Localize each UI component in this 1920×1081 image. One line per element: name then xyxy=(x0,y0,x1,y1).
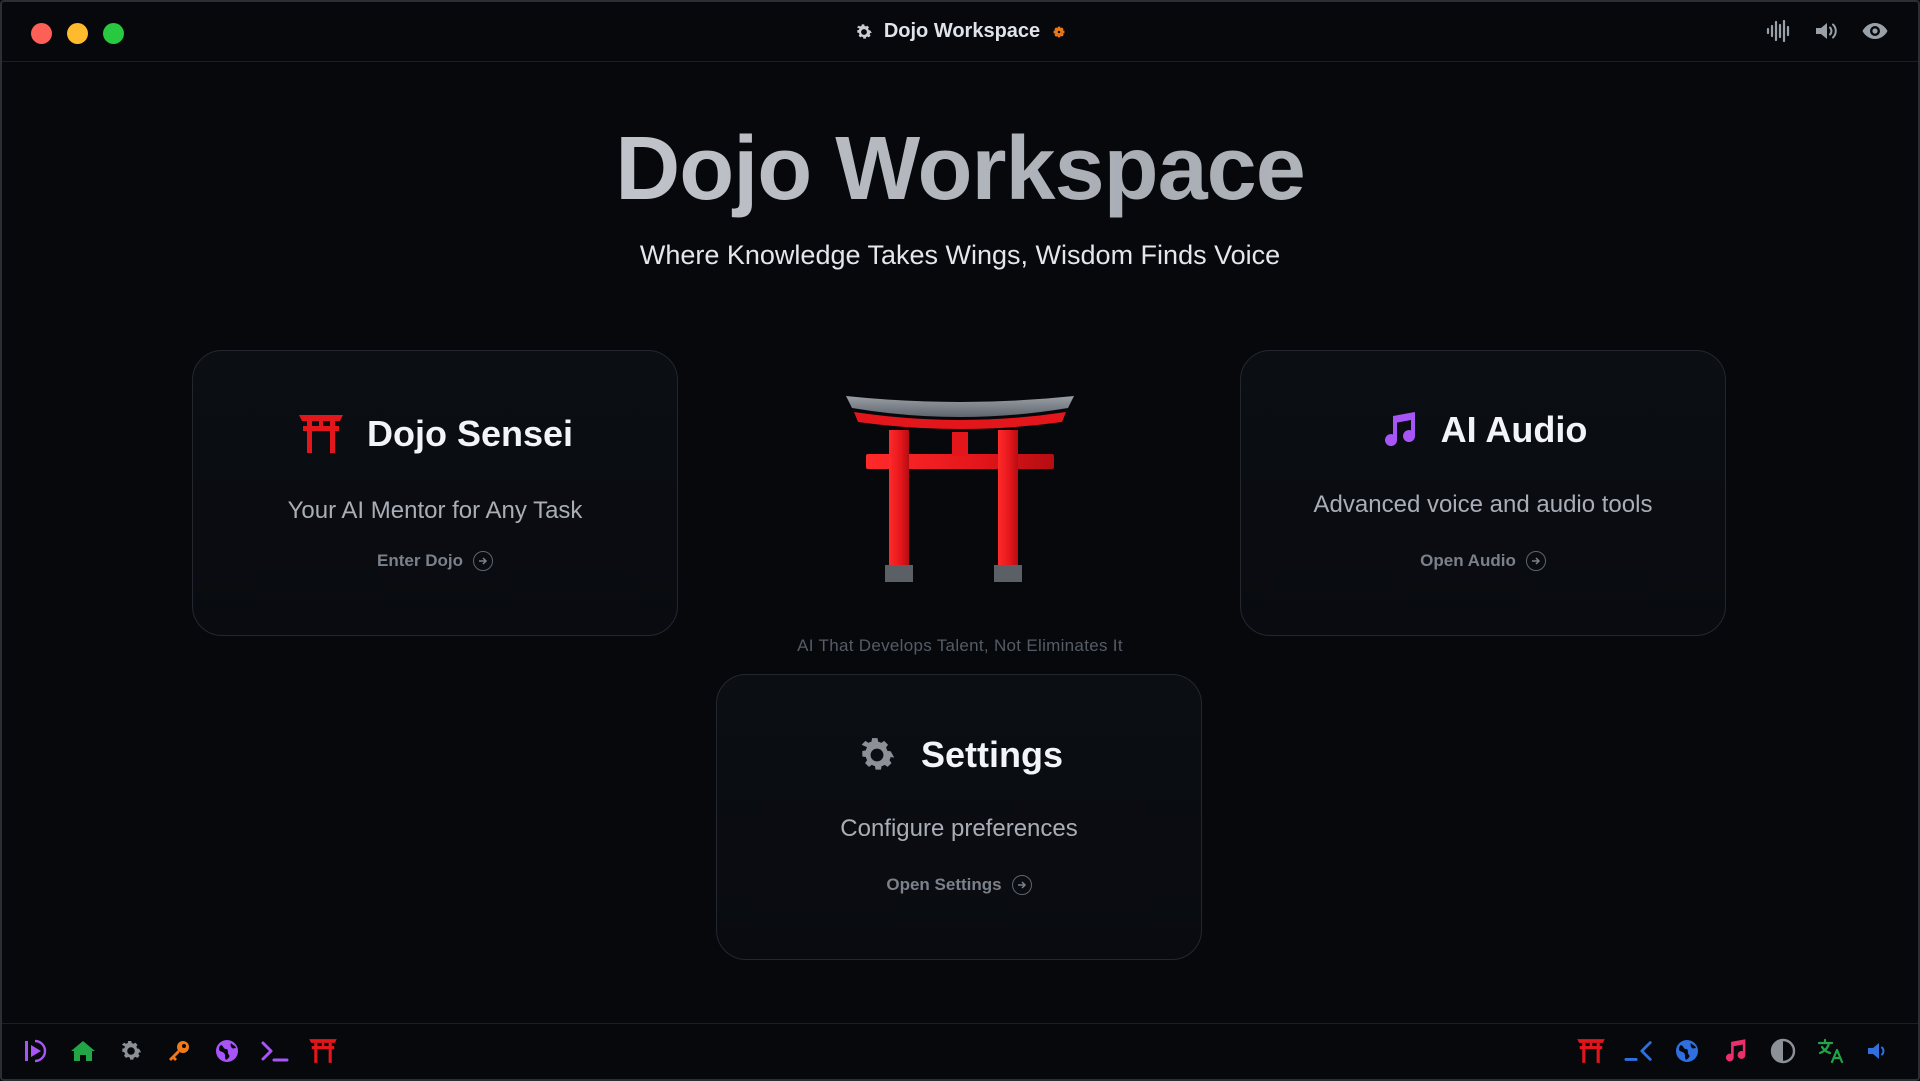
open-settings-link[interactable]: Open Settings xyxy=(717,875,1201,895)
open-audio-link[interactable]: Open Audio xyxy=(1241,551,1725,571)
tagline: AI That Develops Talent, Not Eliminates … xyxy=(797,636,1123,655)
small-gear-badge-icon xyxy=(1053,26,1065,37)
translate-button[interactable] xyxy=(1816,1036,1846,1066)
card-header: Settings xyxy=(717,733,1201,777)
waveform-button[interactable] xyxy=(1764,16,1794,46)
api-keys-button[interactable] xyxy=(164,1036,194,1066)
bottom-toolbar xyxy=(2,1023,1918,1079)
gear-icon xyxy=(861,738,895,770)
visibility-button[interactable] xyxy=(1860,16,1890,46)
eye-icon xyxy=(1862,23,1888,39)
dojo-sensei-card[interactable]: Dojo Sensei Your AI Mentor for Any Task … xyxy=(192,350,678,636)
enter-dojo-link[interactable]: Enter Dojo xyxy=(193,551,677,571)
window-title: Dojo Workspace xyxy=(2,2,1918,61)
web-button[interactable] xyxy=(1672,1036,1702,1066)
card-link-label: Enter Dojo xyxy=(377,551,463,570)
speaker-icon xyxy=(1868,1043,1885,1059)
volume-button[interactable] xyxy=(1812,16,1842,46)
volume-button[interactable] xyxy=(1864,1036,1894,1066)
theme-toggle-button[interactable] xyxy=(1768,1036,1798,1066)
voice-toggle-button[interactable] xyxy=(20,1036,50,1066)
dojo-button[interactable] xyxy=(1576,1036,1606,1066)
translate-icon xyxy=(1817,1038,1844,1064)
gear-icon xyxy=(121,1041,142,1060)
torii-gate-icon xyxy=(298,415,343,453)
card-title: Dojo Sensei xyxy=(366,413,574,454)
card-title: Settings xyxy=(920,734,1063,775)
torii-gate-icon xyxy=(309,1039,337,1063)
bottom-toolbar-left xyxy=(20,1036,338,1066)
card-header: AI Audio xyxy=(1241,409,1725,451)
bottom-toolbar-right xyxy=(1576,1036,1894,1066)
card-description: Your AI Mentor for Any Task xyxy=(287,497,583,524)
card-description: Configure preferences xyxy=(840,815,1078,842)
card-link-label: Open Audio xyxy=(1420,551,1516,570)
contrast-icon xyxy=(1770,1038,1796,1064)
code-button[interactable] xyxy=(1624,1036,1654,1066)
settings-card[interactable]: Settings Configure preferences Open Sett… xyxy=(716,674,1202,960)
music-note-icon xyxy=(1384,412,1415,447)
gear-icon xyxy=(856,23,872,39)
card-header: Dojo Sensei xyxy=(193,413,677,455)
page-subtitle: Where Knowledge Takes Wings, Wisdom Find… xyxy=(639,240,1281,270)
title-bar-controls xyxy=(1764,16,1890,46)
home-button[interactable] xyxy=(68,1036,98,1066)
ai-audio-card[interactable]: AI Audio Advanced voice and audio tools … xyxy=(1240,350,1726,636)
audio-button[interactable] xyxy=(1720,1036,1750,1066)
torii-gate-icon xyxy=(1577,1039,1605,1063)
terminal-icon xyxy=(261,1041,289,1062)
page-title: Dojo Workspace xyxy=(0,118,1920,221)
speaker-icon xyxy=(1816,23,1837,39)
window-title-text: Dojo Workspace xyxy=(883,20,1041,42)
arrow-right-icon xyxy=(1011,875,1032,895)
waveform-icon xyxy=(1766,19,1790,43)
globe-icon xyxy=(1676,1040,1698,1062)
dojo-button[interactable] xyxy=(308,1036,338,1066)
voice-toggle-icon xyxy=(25,1039,47,1063)
globe-icon xyxy=(216,1040,238,1062)
torii-gate-illustration xyxy=(846,396,1074,582)
key-icon xyxy=(169,1041,189,1061)
settings-button[interactable] xyxy=(116,1036,146,1066)
code-icon xyxy=(1624,1041,1652,1061)
arrow-right-icon xyxy=(1525,551,1546,571)
title-bar: Dojo Workspace xyxy=(2,2,1918,62)
arrow-right-icon xyxy=(472,551,493,571)
card-link-label: Open Settings xyxy=(886,875,1002,894)
terminal-button[interactable] xyxy=(260,1036,290,1066)
home-icon xyxy=(71,1041,95,1061)
card-description: Advanced voice and audio tools xyxy=(1313,491,1653,518)
web-button[interactable] xyxy=(212,1036,242,1066)
music-note-icon xyxy=(1725,1039,1746,1062)
card-title: AI Audio xyxy=(1440,409,1588,450)
